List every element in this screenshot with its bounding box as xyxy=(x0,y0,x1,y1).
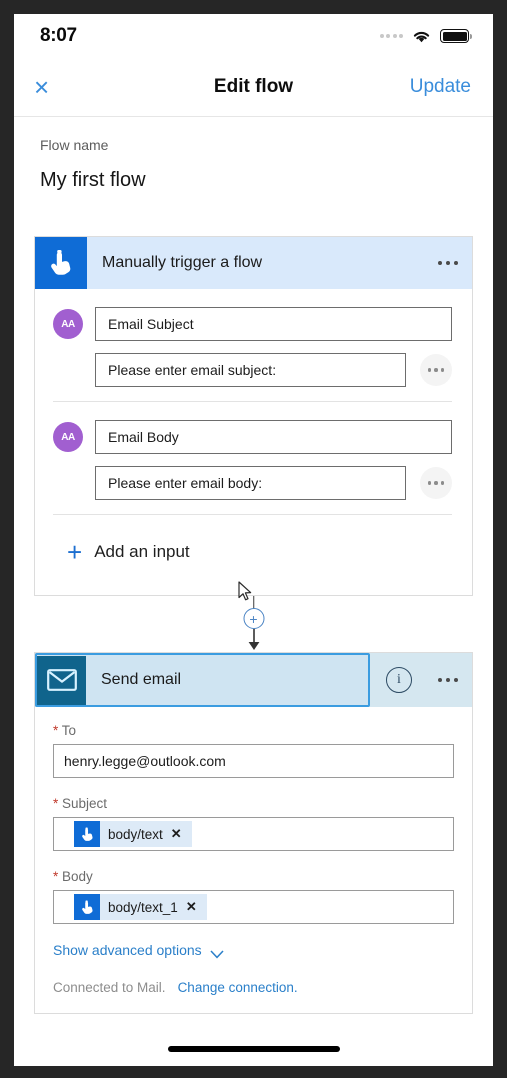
status-time: 8:07 xyxy=(40,25,77,46)
chevron-down-icon xyxy=(210,946,224,958)
trigger-input-item: AA Email Body Please enter email body: xyxy=(35,402,472,514)
plus-icon: + xyxy=(67,537,83,567)
trigger-card: Manually trigger a flow AA Email Subject xyxy=(34,236,473,596)
token-label: body/text xyxy=(108,826,163,842)
flow-connector: + xyxy=(34,596,473,652)
info-icon[interactable]: i xyxy=(386,667,412,693)
subject-field[interactable]: body/text ✕ xyxy=(53,817,454,851)
field-label-text: Body xyxy=(62,869,93,884)
token-label: body/text_1 xyxy=(108,899,178,915)
trigger-card-header[interactable]: Manually trigger a flow xyxy=(35,237,472,289)
dynamic-content-token[interactable]: body/text_1 ✕ xyxy=(74,894,207,920)
flow-name-label: Flow name xyxy=(40,137,109,153)
manual-trigger-hand-icon xyxy=(74,821,100,847)
input-name-field[interactable]: Email Body xyxy=(95,420,452,454)
update-button[interactable]: Update xyxy=(410,76,471,98)
add-input-label: Add an input xyxy=(94,542,190,561)
required-mark: * xyxy=(53,796,59,811)
trigger-input-item: AA Email Subject Please enter email subj… xyxy=(35,289,472,401)
action-more-options-icon[interactable] xyxy=(424,678,472,682)
trigger-inputs: AA Email Subject Please enter email subj… xyxy=(35,289,472,595)
remove-token-icon[interactable]: ✕ xyxy=(186,899,197,915)
show-advanced-options-button[interactable]: Show advanced options xyxy=(53,942,454,958)
manual-trigger-hand-icon xyxy=(35,237,87,289)
input-prompt-row: Please enter email body: xyxy=(53,466,452,500)
status-indicators xyxy=(379,29,473,44)
input-name-row: AA Email Subject xyxy=(53,307,452,341)
trigger-more-options-icon[interactable] xyxy=(424,261,472,265)
required-mark: * xyxy=(53,869,59,884)
battery-full-icon xyxy=(440,29,473,43)
device-frame: 8:07 × Edit flow Update Flow name My fir… xyxy=(0,0,507,1078)
close-icon[interactable]: × xyxy=(34,74,64,100)
action-title: Send email xyxy=(101,671,182,688)
trigger-title: Manually trigger a flow xyxy=(102,254,263,271)
input-prompt-field[interactable]: Please enter email body: xyxy=(95,466,406,500)
arrow-down-icon xyxy=(247,629,261,651)
action-card-body: * To henry.legge@outlook.com * Subject b… xyxy=(35,707,472,1013)
envelope-icon xyxy=(37,655,86,705)
required-mark: * xyxy=(53,723,59,738)
field-label-text: To xyxy=(61,723,77,738)
manual-trigger-hand-icon xyxy=(74,894,100,920)
field-label-text: Subject xyxy=(62,796,108,811)
add-input-button[interactable]: + Add an input xyxy=(35,515,472,595)
to-field[interactable]: henry.legge@outlook.com xyxy=(53,744,454,778)
remove-token-icon[interactable]: ✕ xyxy=(171,826,182,842)
flow-name-section: Flow name My first flow xyxy=(14,117,493,192)
input-prompt-row: Please enter email subject: xyxy=(53,353,452,387)
add-step-plus-icon[interactable]: + xyxy=(243,608,264,629)
connection-footer: Connected to Mail. Change connection. xyxy=(53,980,454,995)
field-spacer xyxy=(53,851,454,869)
text-type-icon: AA xyxy=(53,309,83,339)
action-card-selected-region[interactable]: Send email xyxy=(35,653,370,707)
status-bar: 8:07 xyxy=(14,14,493,58)
input-more-options-icon[interactable] xyxy=(420,467,452,499)
subject-field-label: * Subject xyxy=(53,796,454,811)
to-field-label: * To xyxy=(53,723,454,738)
action-card: Send email i * To henry.legge@outlook.co… xyxy=(34,652,473,1014)
connection-status-text: Connected to Mail. xyxy=(53,980,166,995)
field-spacer xyxy=(53,778,454,796)
body-field[interactable]: body/text_1 ✕ xyxy=(53,890,454,924)
navigation-bar: × Edit flow Update xyxy=(14,58,493,116)
change-connection-link[interactable]: Change connection. xyxy=(178,980,298,995)
text-type-icon: AA xyxy=(53,422,83,452)
dynamic-content-token[interactable]: body/text ✕ xyxy=(74,821,192,847)
phone-screen: 8:07 × Edit flow Update Flow name My fir… xyxy=(14,14,493,1066)
input-name-row: AA Email Body xyxy=(53,420,452,454)
input-more-options-icon[interactable] xyxy=(420,354,452,386)
action-card-header: Send email i xyxy=(35,653,472,707)
input-name-field[interactable]: Email Subject xyxy=(95,307,452,341)
flow-canvas: Manually trigger a flow AA Email Subject xyxy=(14,236,493,1014)
home-indicator xyxy=(167,1046,340,1052)
body-field-label: * Body xyxy=(53,869,454,884)
wifi-icon xyxy=(411,29,432,44)
show-advanced-options-label: Show advanced options xyxy=(53,942,202,958)
flow-name-value[interactable]: My first flow xyxy=(40,169,467,192)
input-prompt-field[interactable]: Please enter email subject: xyxy=(95,353,406,387)
signal-dots-icon xyxy=(379,34,403,38)
